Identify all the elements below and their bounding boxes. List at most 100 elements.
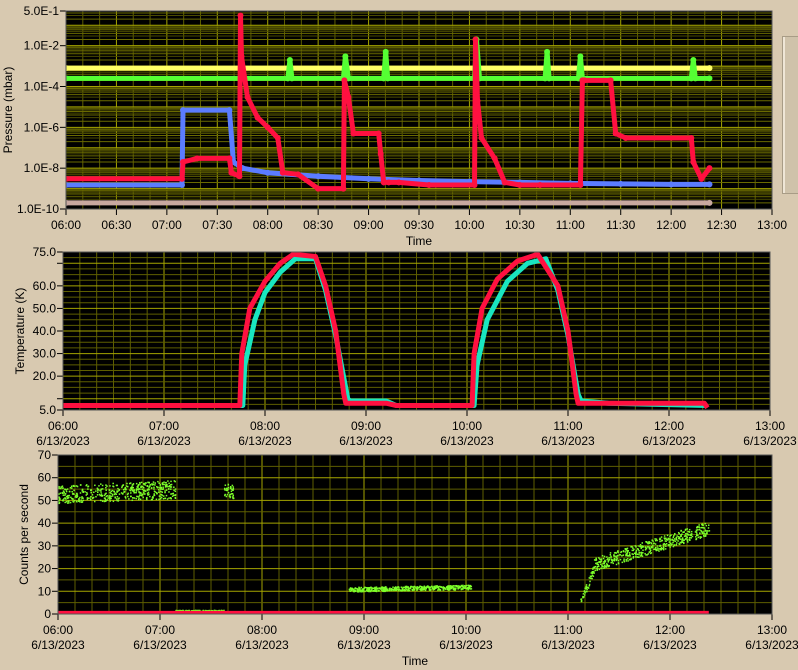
scatter-point [131,487,133,490]
scatter-point [112,482,114,485]
x-tick-label: 07:00 [145,623,175,637]
scatter-point [582,596,584,598]
scatter-point [58,486,60,488]
scatter-point [168,485,171,487]
scatter-point [673,538,676,540]
x-axis-label: Time [406,234,433,248]
series-point [377,150,384,157]
scatter-point [146,485,148,487]
scatter-point [685,537,687,540]
scatter-point [606,556,608,558]
scatter-point [635,549,638,552]
scatter-point [162,497,165,500]
scatter-point [663,537,666,539]
scatter-point [599,561,601,563]
scatter-point [129,482,132,484]
scatter-point [153,493,155,495]
series-point [617,180,624,187]
scatter-point [122,488,125,491]
scatter-point [63,492,66,494]
scatter-point [107,497,109,499]
scatter-point [158,498,160,501]
series-point [622,135,629,142]
x-tick-date: 6/13/2023 [743,434,797,448]
scatter-point [669,546,671,548]
scatter-point [349,587,352,590]
scatter-point [659,540,661,543]
scatter-point [385,586,387,588]
scatter-point [615,563,618,566]
scatter-point [662,548,665,551]
scatter-point [595,559,597,561]
scatter-point [636,553,639,556]
scatter-point [158,482,160,484]
scatter-point [668,544,671,546]
x-tick-label: 06:00 [48,419,78,433]
scatter-point [352,589,355,591]
scatter-point [73,499,76,502]
x-tick-date: 6/13/2023 [440,434,494,448]
scatter-point [696,533,698,535]
scatter-point [135,497,138,500]
scatter-point [630,558,633,560]
scatter-point [106,485,108,487]
scatter-point [354,589,356,592]
y-tick-label: 10 [38,584,52,598]
scatter-point [64,501,66,504]
scatter-point [690,530,693,533]
scatter-point [707,527,710,529]
scatter-point [596,567,598,570]
chart-2: 75.060.050.040.030.020.05.006:006/13/202… [13,245,797,448]
x-tick-label: 10:00 [454,218,484,232]
scatter-point [141,488,143,491]
scatter-point [450,587,453,590]
scatter-point [627,560,629,562]
scatter-point [650,552,653,554]
scatter-point [688,528,691,531]
scatter-point [625,558,627,561]
series-point [384,75,391,82]
scatter-point [162,486,164,488]
scatter-point [656,548,658,551]
scatter-point [72,485,75,487]
x-tick-date: 6/13/2023 [36,434,90,448]
scatter-point [100,493,103,495]
scatter-point [660,536,663,538]
scatter-point [82,491,84,494]
scatter-point [684,533,687,535]
series-point [345,94,352,101]
scatter-point [442,586,445,588]
series-point [286,56,293,63]
scatter-point [133,490,135,493]
x-tick-label: 10:00 [452,419,482,433]
scatter-point [228,495,231,497]
scatter-point [659,537,661,540]
scatter-point [155,486,158,488]
scatter-point [668,538,670,540]
x-tick-label: 08:00 [253,218,283,232]
scatter-point [627,555,629,557]
x-tick-label: 06:00 [51,218,81,232]
scatter-point [675,538,677,540]
scatter-point [629,555,631,557]
scatter-point [108,496,111,499]
scatter-point [130,492,132,494]
scatter-point [155,491,158,494]
scatter-point [124,496,127,498]
scatter-point [232,497,235,500]
scatter-point [707,530,709,532]
scatter-point [67,502,70,504]
series-point [692,75,699,82]
scatter-point [101,484,104,487]
scatter-point [658,550,660,552]
x-tick-label: 10:00 [451,623,481,637]
scatter-point [71,490,73,493]
scatter-point [150,487,153,489]
y-axis-label: Temperature (K) [13,288,27,375]
series-point [375,130,382,137]
scatter-point [628,553,631,556]
scatter-point [701,532,704,534]
scatter-point [585,584,588,586]
chart-3: 70605040302010006:006/13/202307:006/13/2… [17,448,798,668]
scatter-point [628,552,631,554]
